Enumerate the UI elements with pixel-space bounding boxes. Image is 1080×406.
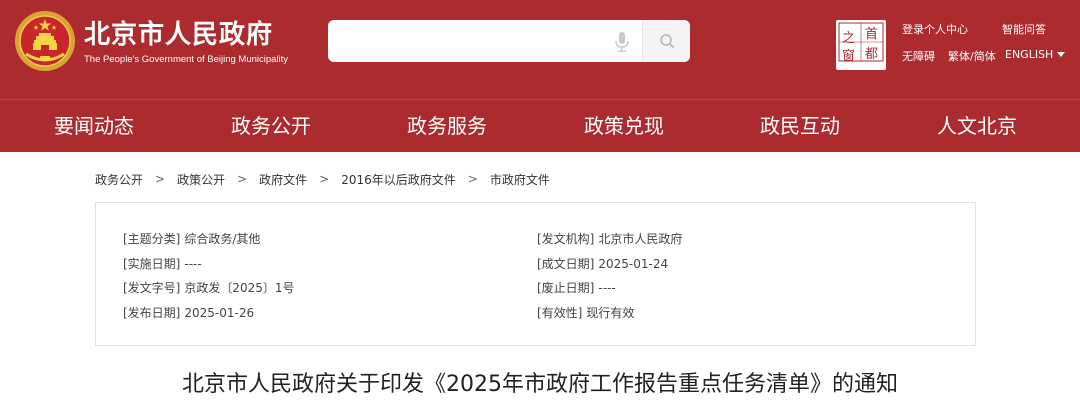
site-title[interactable]: 北京市人民政府 <box>84 14 273 51</box>
meta-doc-number: [发文字号] 京政发〔2025〕1号 <box>123 279 295 296</box>
breadcrumb-separator: > <box>467 172 478 186</box>
breadcrumb-item[interactable]: 市政府文件 <box>490 171 550 188</box>
search-button[interactable] <box>643 20 690 62</box>
meta-value: ---- <box>184 257 202 271</box>
nav-item-interaction[interactable]: 政民互动 <box>720 100 880 153</box>
microphone-icon[interactable] <box>612 31 632 53</box>
meta-value: 综合政务/其他 <box>184 232 261 246</box>
meta-topic: [主题分类] 综合政务/其他 <box>123 230 260 247</box>
meta-key: [发布日期] <box>123 306 181 320</box>
meta-key: [发文字号] <box>123 281 181 295</box>
meta-key: [废止日期] <box>537 281 595 295</box>
meta-value: 2025-01-26 <box>184 306 255 320</box>
english-link[interactable]: ENGLISH <box>1005 48 1066 61</box>
meta-value: 北京市人民政府 <box>598 232 683 246</box>
meta-key: [成文日期] <box>537 257 595 271</box>
meta-publish-date: [发布日期] 2025-01-26 <box>123 304 254 321</box>
nav-item-gov-services[interactable]: 政务服务 <box>367 100 527 153</box>
search-box <box>328 20 690 62</box>
meta-value: 现行有效 <box>586 306 635 320</box>
logo-char-3: 窗 <box>842 49 856 64</box>
search-icon <box>659 34 674 49</box>
meta-value: 2025-01-24 <box>598 257 669 271</box>
logo-char-1: 之 <box>842 31 856 46</box>
meta-key: [实施日期] <box>123 257 181 271</box>
capital-window-caption: Beijing·China <box>840 63 882 70</box>
script-toggle-link[interactable]: 繁体/简体 <box>948 48 996 64</box>
meta-written-date: [成文日期] 2025-01-24 <box>537 255 668 272</box>
site-subtitle: The People's Government of Beijing Munic… <box>84 54 289 65</box>
meta-effective-date: [实施日期] ---- <box>123 255 202 272</box>
nav-item-gov-affairs-open[interactable]: 政务公开 <box>191 100 351 153</box>
logo-char-2: 首 <box>865 27 879 42</box>
meta-value: ---- <box>598 281 616 295</box>
search-input[interactable] <box>328 20 608 62</box>
breadcrumb-item[interactable]: 政府文件 <box>259 171 307 188</box>
breadcrumb-item[interactable]: 2016年以后政府文件 <box>341 171 456 188</box>
meta-issuer: [发文机构] 北京市人民政府 <box>537 230 682 247</box>
breadcrumb-separator: > <box>155 172 166 186</box>
breadcrumb-item[interactable]: 政策公开 <box>177 171 225 188</box>
breadcrumb-separator: > <box>237 172 248 186</box>
smart-qa-link[interactable]: 智能问答 <box>1002 21 1046 37</box>
breadcrumb-separator: > <box>319 172 330 186</box>
nav-item-news[interactable]: 要闻动态 <box>14 100 174 153</box>
accessibility-link[interactable]: 无障碍 <box>902 48 935 64</box>
breadcrumb: 政务公开 > 政策公开 > 政府文件 > 2016年以后政府文件 > 市政府文件 <box>95 170 550 188</box>
site-header: 北京市人民政府 The People's Government of Beiji… <box>0 0 1080 99</box>
nav-item-policy-fulfillment[interactable]: 政策兑现 <box>544 100 704 153</box>
meta-key: [有效性] <box>537 306 583 320</box>
nav-item-culture-beijing[interactable]: 人文北京 <box>897 100 1057 153</box>
meta-repeal-date: [废止日期] ---- <box>537 279 616 296</box>
meta-value: 京政发〔2025〕1号 <box>184 281 295 295</box>
meta-key: [主题分类] <box>123 232 181 246</box>
meta-key: [发文机构] <box>537 232 595 246</box>
logo-char-4: 都 <box>865 47 879 62</box>
english-link-label: ENGLISH <box>1005 48 1054 61</box>
breadcrumb-item[interactable]: 政务公开 <box>95 171 143 188</box>
meta-validity: [有效性] 现行有效 <box>537 304 634 321</box>
national-emblem-icon[interactable] <box>14 10 76 72</box>
login-link[interactable]: 登录个人中心 <box>902 21 968 37</box>
main-nav: 要闻动态 政务公开 政务服务 政策兑现 政民互动 人文北京 <box>0 99 1080 152</box>
caret-down-icon <box>1057 51 1066 57</box>
document-title: 北京市人民政府关于印发《2025年市政府工作报告重点任务清单》的通知 <box>182 372 898 397</box>
document-metadata-box: [主题分类] 综合政务/其他 [发文机构] 北京市人民政府 [实施日期] ---- [… <box>95 202 976 346</box>
